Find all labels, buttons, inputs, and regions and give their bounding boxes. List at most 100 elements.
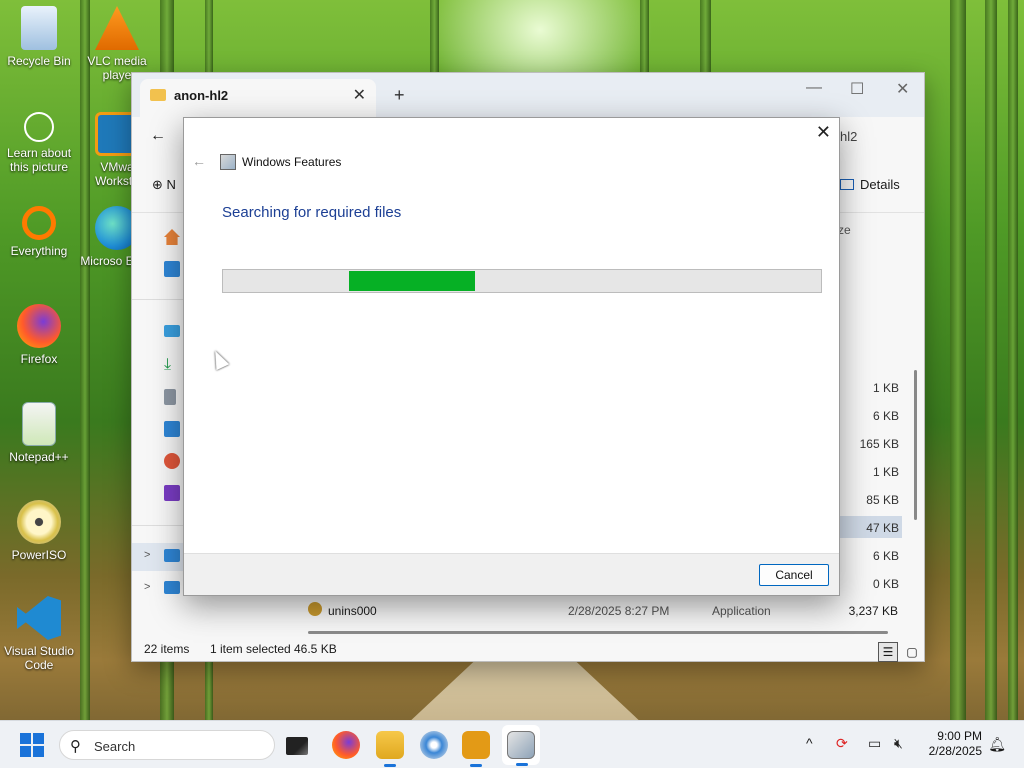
desktop-icon-label: Everything bbox=[10, 244, 68, 258]
nav-divider bbox=[132, 299, 184, 300]
close-dialog-button[interactable]: ✕ bbox=[816, 122, 831, 143]
firefox-icon bbox=[17, 304, 61, 348]
file-type: Application bbox=[712, 604, 771, 618]
selection-count: 1 item selected bbox=[210, 642, 291, 656]
cancel-button[interactable]: Cancel bbox=[759, 564, 829, 586]
details-button[interactable]: Details bbox=[840, 177, 900, 192]
gallery-icon[interactable] bbox=[164, 261, 180, 277]
desktop-icon-learn-about-picture[interactable]: Learn about this picture bbox=[0, 112, 78, 174]
desktop-icon-vlc[interactable]: VLC media playe bbox=[78, 6, 156, 82]
close-window-button[interactable]: ✕ bbox=[896, 79, 909, 99]
running-indicator bbox=[470, 764, 482, 767]
new-tab-button[interactable]: + bbox=[394, 85, 405, 106]
item-count: 22 items bbox=[144, 642, 190, 656]
clock-time: 9:00 PM bbox=[937, 729, 982, 743]
taskbar-search[interactable]: ⚲ Search bbox=[59, 730, 275, 760]
expand-chevron-icon[interactable]: > bbox=[144, 581, 150, 593]
desktop-icon-vscode[interactable]: Visual Studio Code bbox=[0, 596, 78, 672]
new-button[interactable]: ⊕ N bbox=[152, 177, 176, 193]
details-label: Details bbox=[860, 177, 900, 192]
windows-logo-icon bbox=[20, 733, 31, 744]
search-placeholder: Search bbox=[94, 739, 136, 754]
this-pc-icon[interactable] bbox=[164, 549, 180, 562]
navigation-pane: ⤓ > > bbox=[132, 213, 184, 637]
windows-logo-icon bbox=[33, 746, 44, 757]
windows-features-icon bbox=[220, 154, 236, 170]
music-icon[interactable] bbox=[164, 453, 180, 469]
status-bar: 22 items 1 item selected 46.5 KB ☰ ▢ bbox=[132, 637, 924, 662]
explorer-titlebar[interactable]: anon-hl2 ✕ + — ☐ ✕ bbox=[132, 73, 924, 117]
learn-about-picture-icon bbox=[24, 112, 54, 142]
notification-bell-icon[interactable]: 🔔︎ bbox=[988, 736, 1006, 753]
progress-bar bbox=[222, 269, 822, 293]
windows-features-dialog[interactable]: ✕ ← Windows Features Searching for requi… bbox=[183, 117, 840, 596]
progress-indicator bbox=[349, 271, 475, 291]
file-size: 3,237 KB bbox=[848, 604, 898, 618]
explorer-tab[interactable]: anon-hl2 ✕ bbox=[140, 79, 376, 117]
vertical-scrollbar[interactable] bbox=[914, 370, 917, 520]
dialog-title: Windows Features bbox=[242, 155, 342, 169]
desktop-icon-recycle-bin[interactable]: Recycle Bin bbox=[0, 6, 78, 68]
desktop-icon-label: PowerISO bbox=[11, 548, 67, 562]
running-indicator bbox=[384, 764, 396, 767]
home-icon[interactable] bbox=[164, 229, 180, 245]
update-sync-icon[interactable]: ⟳ bbox=[836, 735, 848, 752]
windows-features-icon[interactable] bbox=[507, 731, 535, 766]
desktop-icon-firefox[interactable]: Firefox bbox=[0, 304, 78, 366]
windows-logo-icon bbox=[33, 733, 44, 744]
new-button-label: N bbox=[166, 177, 176, 192]
taskbar: ⚲ Search ^ ⟳ ▭ 🔇︎ 9:00 PM 2/28/2025 🔔︎ bbox=[0, 720, 1024, 768]
start-button[interactable] bbox=[20, 733, 44, 757]
explorer-tab-title: anon-hl2 bbox=[174, 88, 229, 103]
desktop-folder-icon[interactable] bbox=[164, 325, 180, 337]
desktop-icon-label: Firefox bbox=[20, 352, 58, 366]
maximize-button[interactable]: ☐ bbox=[850, 79, 864, 99]
minimize-button[interactable]: — bbox=[806, 79, 822, 97]
show-hidden-icons-chevron-icon[interactable]: ^ bbox=[806, 735, 813, 751]
volume-muted-icon[interactable]: 🔇︎ bbox=[894, 735, 903, 752]
windows-logo-icon bbox=[20, 746, 31, 757]
everything-search-icon bbox=[22, 206, 56, 240]
desktop-icon-label: Learn about this picture bbox=[6, 146, 72, 174]
details-pane-icon bbox=[840, 179, 854, 190]
table-row[interactable]: unins000 2/28/2025 8:27 PM Application 3… bbox=[308, 599, 908, 623]
address-bar-fragment[interactable]: hl2 bbox=[840, 129, 857, 144]
vscode-icon bbox=[17, 596, 61, 640]
network-icon[interactable] bbox=[164, 581, 180, 594]
downloads-icon[interactable]: ⤓ bbox=[164, 357, 180, 373]
dialog-footer: Cancel bbox=[184, 553, 839, 595]
system-clock[interactable]: 9:00 PM 2/28/2025 bbox=[929, 729, 982, 759]
details-view-button[interactable]: ☰ bbox=[878, 642, 898, 662]
network-display-icon[interactable]: ▭ bbox=[868, 735, 881, 752]
vlc-icon bbox=[95, 6, 139, 50]
back-arrow-icon[interactable]: ← bbox=[150, 127, 166, 145]
selection-size: 46.5 KB bbox=[294, 642, 337, 656]
desktop-icon-notepad-plus-plus[interactable]: Notepad++ bbox=[0, 402, 78, 464]
dialog-heading: Searching for required files bbox=[222, 204, 402, 221]
desktop-icon-label: Visual Studio Code bbox=[4, 644, 74, 672]
file-name: unins000 bbox=[328, 604, 377, 618]
clock-date: 2/28/2025 bbox=[928, 744, 982, 758]
desktop-icon-everything[interactable]: Everything bbox=[0, 206, 78, 258]
application-file-icon bbox=[308, 602, 322, 616]
pictures-icon[interactable] bbox=[164, 421, 180, 437]
expand-chevron-icon[interactable]: > bbox=[144, 549, 150, 561]
videos-icon[interactable] bbox=[164, 485, 180, 501]
half-life-icon[interactable] bbox=[462, 731, 490, 767]
close-tab-icon[interactable]: ✕ bbox=[353, 85, 366, 105]
running-indicator bbox=[516, 763, 528, 766]
poweriso-icon[interactable] bbox=[420, 731, 448, 759]
poweriso-icon bbox=[17, 500, 61, 544]
desktop-icon-poweriso[interactable]: PowerISO bbox=[0, 500, 78, 562]
file-date: 2/28/2025 8:27 PM bbox=[568, 604, 670, 618]
documents-icon[interactable] bbox=[164, 389, 176, 405]
desktop-icon-label: Recycle Bin bbox=[7, 54, 71, 68]
search-icon: ⚲ bbox=[70, 738, 81, 755]
nav-divider bbox=[132, 525, 184, 526]
file-explorer-icon[interactable] bbox=[376, 731, 404, 767]
firefox-icon[interactable] bbox=[332, 731, 360, 759]
folder-icon bbox=[150, 89, 166, 101]
tiles-view-button[interactable]: ▢ bbox=[902, 642, 922, 662]
task-view-icon[interactable] bbox=[286, 737, 308, 755]
horizontal-scrollbar[interactable] bbox=[308, 631, 888, 634]
